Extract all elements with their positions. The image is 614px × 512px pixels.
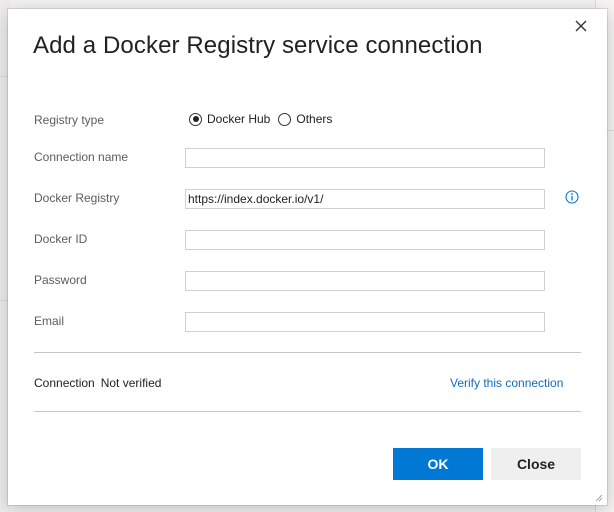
- docker-id-input[interactable]: [185, 230, 545, 250]
- registry-type-radio-group: Docker Hub Others: [189, 110, 340, 128]
- connection-status-row: Connection Not verified: [34, 376, 161, 390]
- close-icon[interactable]: [573, 18, 589, 34]
- radio-others-label: Others: [296, 112, 333, 126]
- radio-others[interactable]: Others: [278, 112, 332, 126]
- email-label: Email: [34, 314, 65, 328]
- docker-registry-label: Docker Registry: [34, 191, 120, 205]
- docker-registry-input[interactable]: [185, 189, 545, 209]
- radio-docker-hub[interactable]: Docker Hub: [189, 112, 270, 126]
- info-icon[interactable]: [565, 190, 579, 204]
- connection-status: Not verified: [100, 376, 162, 390]
- email-input[interactable]: [185, 312, 545, 332]
- radio-others-indicator[interactable]: [278, 112, 292, 126]
- ok-button[interactable]: OK: [393, 448, 483, 480]
- connection-name-label: Connection name: [34, 150, 129, 164]
- resize-grip-icon[interactable]: [595, 494, 603, 502]
- registry-type-label: Registry type: [34, 113, 105, 127]
- radio-docker-hub-indicator[interactable]: [189, 112, 202, 126]
- add-docker-registry-dialog: Add a Docker Registry service connection…: [8, 9, 607, 505]
- connection-label: Connection: [34, 376, 95, 390]
- radio-docker-hub-label: Docker Hub: [207, 112, 271, 126]
- close-button[interactable]: Close: [491, 448, 581, 480]
- verify-connection-link[interactable]: Verify this connection: [450, 376, 563, 390]
- section-divider: [34, 352, 581, 353]
- password-label: Password: [34, 273, 87, 287]
- docker-id-label: Docker ID: [34, 232, 88, 246]
- dialog-title: Add a Docker Registry service connection: [33, 32, 483, 59]
- password-input[interactable]: [185, 271, 545, 291]
- connection-name-input[interactable]: [185, 148, 545, 168]
- section-divider: [34, 411, 581, 412]
